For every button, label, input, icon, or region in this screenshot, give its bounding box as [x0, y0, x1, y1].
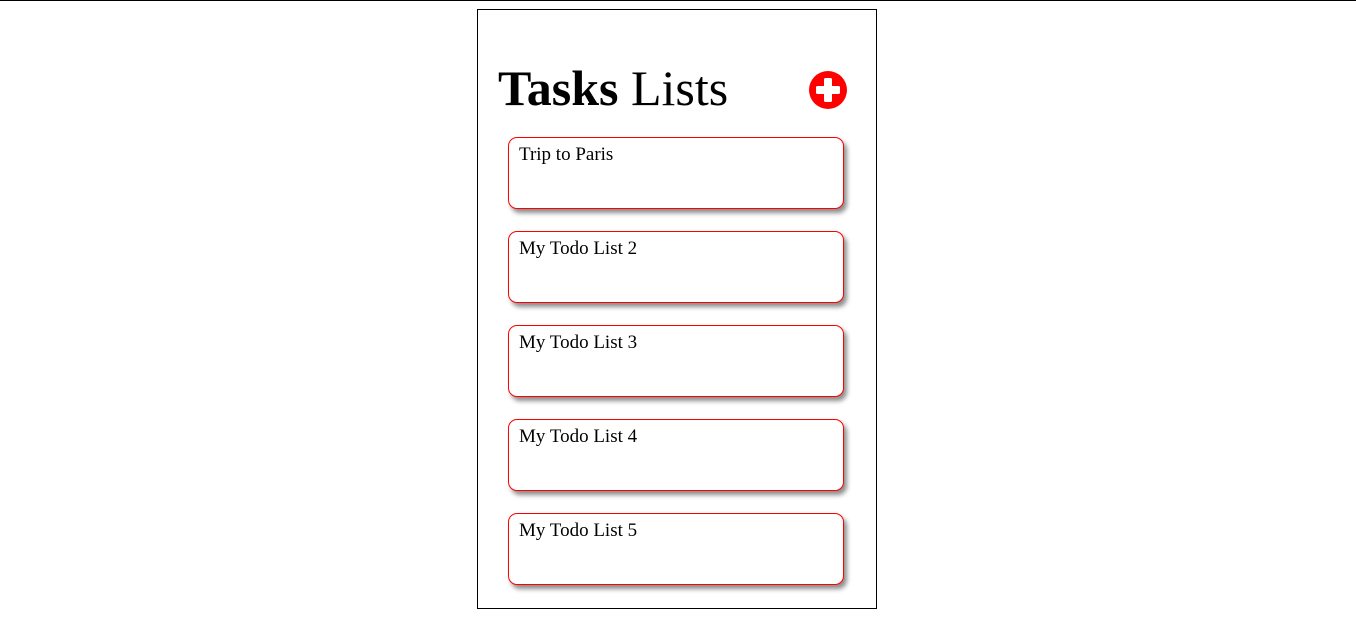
- list-item-label: My Todo List 4: [519, 426, 638, 447]
- list-item[interactable]: Trip to Paris: [508, 137, 844, 209]
- list-item-label: My Todo List 5: [519, 520, 638, 541]
- add-list-button[interactable]: [809, 71, 847, 109]
- task-lists-panel: Tasks Lists Trip to Paris My Todo List 2…: [477, 9, 877, 609]
- list-item[interactable]: My Todo List 5: [508, 513, 844, 585]
- plus-circle-icon: [816, 78, 840, 102]
- page-title: Tasks Lists: [498, 58, 728, 118]
- list-item-label: My Todo List 2: [519, 238, 638, 259]
- page-title-bold: Tasks: [498, 60, 619, 116]
- task-list-cards: Trip to Paris My Todo List 2 My Todo Lis…: [508, 137, 844, 607]
- top-divider: [0, 0, 1356, 1]
- list-item[interactable]: My Todo List 3: [508, 325, 844, 397]
- list-item-label: My Todo List 3: [519, 332, 638, 353]
- list-item[interactable]: My Todo List 2: [508, 231, 844, 303]
- header: Tasks Lists: [498, 58, 858, 118]
- page-title-rest: Lists: [618, 60, 729, 116]
- list-item[interactable]: My Todo List 4: [508, 419, 844, 491]
- list-item-label: Trip to Paris: [519, 144, 614, 165]
